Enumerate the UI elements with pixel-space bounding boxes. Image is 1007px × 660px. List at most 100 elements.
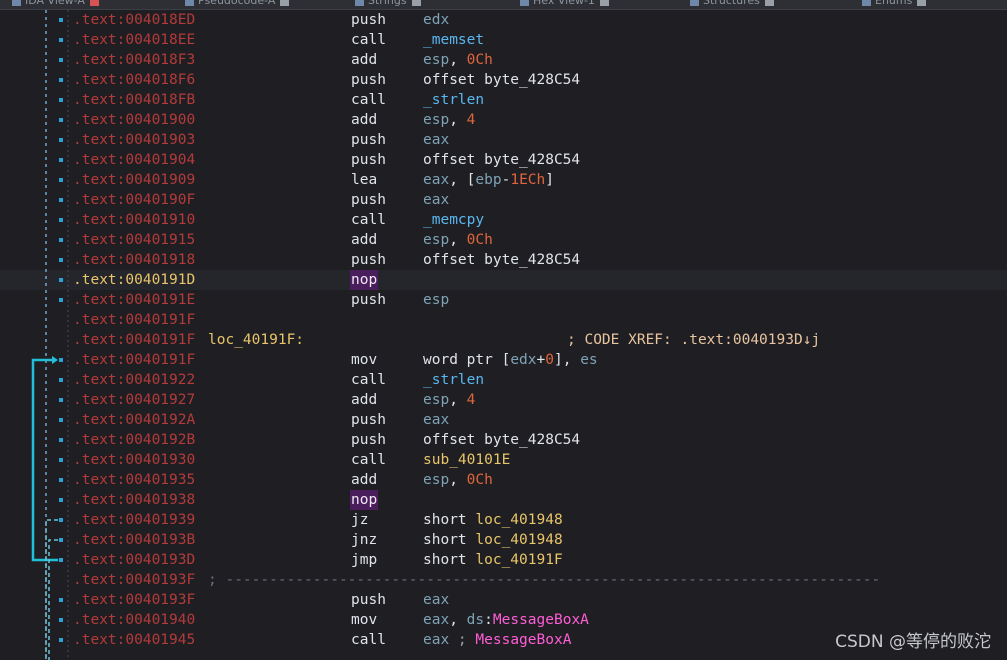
listing-row[interactable]: .text:0040193B jnz short loc_401948	[0, 530, 1007, 550]
operands[interactable]: eax	[423, 190, 449, 210]
operands[interactable]: sub_40101E	[423, 450, 510, 470]
listing-row[interactable]: .text:00401930 call sub_40101E	[0, 450, 1007, 470]
operands[interactable]: eax, ds:MessageBoxA	[423, 610, 589, 630]
operands[interactable]: esp, 4	[423, 390, 475, 410]
close-icon[interactable]	[599, 0, 609, 6]
mnemonic[interactable]: push	[351, 70, 386, 90]
listing-row[interactable]: .text:0040191F mov word ptr [edx+0], es	[0, 350, 1007, 370]
mnemonic[interactable]: add	[351, 470, 377, 490]
listing-row[interactable]: .text:0040191F loc_40191F: ; CODE XREF: .t…	[0, 330, 1007, 350]
listing-row[interactable]: .text:004018EE call _memset	[0, 30, 1007, 50]
operands[interactable]: edx	[423, 10, 449, 30]
listing-row[interactable]: .text:00401904 push offset byte_428C54	[0, 150, 1007, 170]
close-icon[interactable]	[280, 0, 290, 6]
mnemonic[interactable]: push	[351, 10, 386, 30]
mnemonic[interactable]: push	[351, 590, 386, 610]
close-icon[interactable]	[89, 0, 99, 6]
operands[interactable]: _memset	[423, 30, 484, 50]
listing-row[interactable]: .text:004018FB call _strlen	[0, 90, 1007, 110]
listing-row[interactable]: .text:0040193D jmp short loc_40191F	[0, 550, 1007, 570]
mnemonic[interactable]: push	[351, 130, 386, 150]
operands[interactable]: short loc_40191F	[423, 550, 563, 570]
listing-row[interactable]: .text:00401910 call _memcpy	[0, 210, 1007, 230]
operands[interactable]: eax	[423, 410, 449, 430]
listing-row[interactable]: .text:00401915 add esp, 0Ch	[0, 230, 1007, 250]
tab-3[interactable]: Hex View-1	[520, 0, 609, 8]
listing-row[interactable]: .text:004018F6 push offset byte_428C54	[0, 70, 1007, 90]
mnemonic[interactable]: mov	[351, 350, 377, 370]
mnemonic[interactable]: jnz	[351, 530, 377, 550]
operands[interactable]: esp, 0Ch	[423, 230, 493, 250]
listing-row[interactable]: .text:00401939 jz short loc_401948	[0, 510, 1007, 530]
xref-comment[interactable]: ; CODE XREF: .text:0040193D↓j	[567, 330, 820, 350]
code-label[interactable]: loc_40191F:	[208, 330, 304, 350]
listing-row[interactable]: .text:0040192A push eax	[0, 410, 1007, 430]
operands[interactable]: esp	[423, 290, 449, 310]
listing-row[interactable]: .text:00401918 push offset byte_428C54	[0, 250, 1007, 270]
operands[interactable]: esp, 0Ch	[423, 470, 493, 490]
mnemonic[interactable]: push	[351, 290, 386, 310]
operands[interactable]: _memcpy	[423, 210, 484, 230]
mnemonic[interactable]: nop	[350, 490, 379, 510]
operands[interactable]: _strlen	[423, 90, 484, 110]
mnemonic[interactable]: call	[351, 210, 386, 230]
operands[interactable]: offset byte_428C54	[423, 150, 580, 170]
tab-5[interactable]: Enums	[862, 0, 927, 8]
listing-row[interactable]: .text:00401900 add esp, 4	[0, 110, 1007, 130]
operands[interactable]: short loc_401948	[423, 530, 563, 550]
operands[interactable]: eax, [ebp-1ECh]	[423, 170, 554, 190]
operands[interactable]: short loc_401948	[423, 510, 563, 530]
operands[interactable]: offset byte_428C54	[423, 250, 580, 270]
mnemonic[interactable]: mov	[351, 610, 377, 630]
close-icon[interactable]	[411, 0, 421, 6]
mnemonic[interactable]: call	[351, 450, 386, 470]
close-icon[interactable]	[764, 0, 774, 6]
mnemonic[interactable]: add	[351, 390, 377, 410]
listing-row[interactable]: .text:004018ED push edx	[0, 10, 1007, 30]
mnemonic[interactable]: push	[351, 410, 386, 430]
mnemonic[interactable]: call	[351, 30, 386, 50]
close-icon[interactable]	[917, 0, 927, 6]
mnemonic[interactable]: push	[351, 190, 386, 210]
listing-row[interactable]: .text:0040191E push esp	[0, 290, 1007, 310]
tab-2[interactable]: Strings	[355, 0, 421, 8]
listing-row[interactable]: .text:00401938 nop	[0, 490, 1007, 510]
listing-row[interactable]: .text:00401927 add esp, 4	[0, 390, 1007, 410]
listing-row[interactable]: .text:0040193F ; ------------------------…	[0, 570, 1007, 590]
mnemonic[interactable]: add	[351, 110, 377, 130]
mnemonic[interactable]: add	[351, 230, 377, 250]
listing-row[interactable]: .text:00401903 push eax	[0, 130, 1007, 150]
operands[interactable]: esp, 4	[423, 110, 475, 130]
mnemonic[interactable]: push	[351, 150, 386, 170]
listing-row[interactable]: .text:0040191F	[0, 310, 1007, 330]
operands[interactable]: word ptr [edx+0], es	[423, 350, 598, 370]
listing-row[interactable]: .text:0040190F push eax	[0, 190, 1007, 210]
operands[interactable]: offset byte_428C54	[423, 430, 580, 450]
listing-row[interactable]: .text:004018F3 add esp, 0Ch	[0, 50, 1007, 70]
operands[interactable]: eax	[423, 590, 449, 610]
mnemonic[interactable]: push	[351, 250, 386, 270]
mnemonic[interactable]: call	[351, 370, 386, 390]
listing-row[interactable]: .text:0040193F push eax	[0, 590, 1007, 610]
disassembly-listing[interactable]: .text:004018ED push edx .text:004018EE call _…	[0, 10, 1007, 660]
operands[interactable]: _strlen	[423, 370, 484, 390]
mnemonic[interactable]: nop	[350, 270, 379, 290]
listing-row[interactable]: .text:00401909 lea eax, [ebp-1ECh]	[0, 170, 1007, 190]
mnemonic[interactable]: jmp	[351, 550, 377, 570]
mnemonic[interactable]: call	[351, 90, 386, 110]
mnemonic[interactable]: jz	[351, 510, 368, 530]
operands[interactable]: esp, 0Ch	[423, 50, 493, 70]
operands[interactable]: offset byte_428C54	[423, 70, 580, 90]
operands[interactable]: eax ; MessageBoxA	[423, 630, 571, 650]
mnemonic[interactable]: lea	[351, 170, 377, 190]
mnemonic[interactable]: push	[351, 430, 386, 450]
listing-row[interactable]: .text:0040192B push offset byte_428C54	[0, 430, 1007, 450]
listing-row[interactable]: .text:00401935 add esp, 0Ch	[0, 470, 1007, 490]
tab-0[interactable]: IDA View-A	[12, 0, 99, 8]
mnemonic[interactable]: add	[351, 50, 377, 70]
listing-row[interactable]: .text:00401922 call _strlen	[0, 370, 1007, 390]
operands[interactable]: eax	[423, 130, 449, 150]
tab-1[interactable]: Pseudocode-A	[185, 0, 290, 8]
tab-4[interactable]: Structures	[690, 0, 774, 8]
mnemonic[interactable]: call	[351, 630, 386, 650]
